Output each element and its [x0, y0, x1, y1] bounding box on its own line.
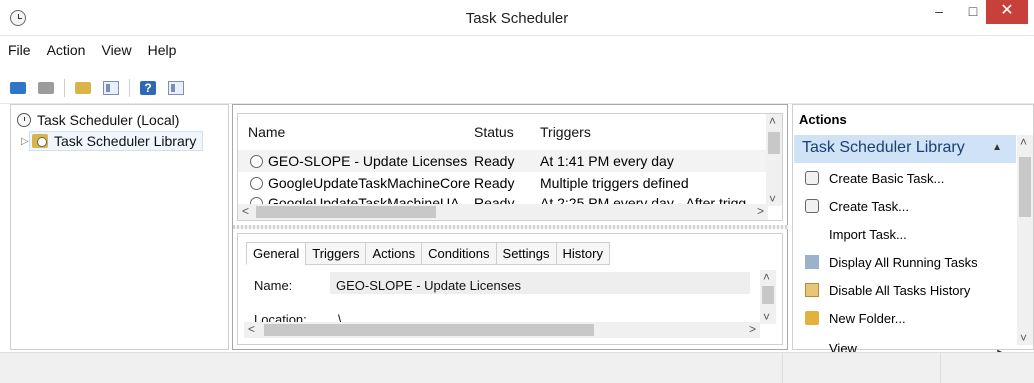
table-row[interactable]: GoogleUpdateTaskMachineCore Ready Multip… [238, 172, 768, 194]
details-horizontal-scrollbar[interactable]: < > [244, 322, 760, 338]
task-list-vertical-scrollbar[interactable]: ˄ ˅ [766, 114, 782, 206]
status-bar [0, 352, 1034, 383]
scroll-left-icon[interactable]: < [248, 322, 255, 336]
tree-item-root[interactable]: Task Scheduler (Local) [17, 111, 179, 129]
scroll-left-icon[interactable]: < [242, 204, 249, 218]
action-create-basic-task[interactable]: Create Basic Task... [805, 167, 1015, 189]
scroll-down-icon[interactable]: ˅ [1020, 331, 1027, 345]
up-folder-icon[interactable] [73, 79, 93, 97]
action-label: Display All Running Tasks [829, 254, 978, 270]
center-pane: Name Status Triggers GEO-SLOPE - Update … [232, 104, 789, 350]
show-hide-action-pane-icon[interactable] [166, 79, 186, 97]
actions-section-header[interactable]: Task Scheduler Library ▲ [794, 135, 1016, 163]
scroll-thumb[interactable] [762, 286, 774, 304]
column-header-status[interactable]: Status [474, 124, 514, 140]
tab-conditions[interactable]: Conditions [421, 242, 497, 265]
collapse-icon[interactable]: ▲ [992, 142, 1002, 153]
details-tabs: General Triggers Actions Conditions Sett… [246, 242, 610, 265]
scroll-thumb[interactable] [768, 132, 780, 154]
tree-item-library[interactable]: Task Scheduler Library [29, 131, 204, 151]
create-task-icon [805, 199, 819, 213]
scroll-right-icon[interactable]: > [749, 322, 756, 336]
scroll-thumb[interactable] [264, 324, 594, 336]
close-button[interactable]: ✕ [986, 0, 1028, 24]
task-triggers: At 1:41 PM every day [540, 153, 674, 169]
pane-splitter[interactable] [233, 225, 789, 229]
details-vertical-scrollbar[interactable]: ˄ ˅ [760, 270, 776, 324]
scroll-right-icon[interactable]: > [757, 204, 764, 218]
scroll-thumb[interactable] [1019, 157, 1031, 217]
table-row[interactable]: GEO-SLOPE - Update Licenses Ready At 1:4… [238, 150, 768, 172]
column-header-triggers[interactable]: Triggers [540, 124, 591, 140]
task-status: Ready [474, 153, 515, 169]
menu-action[interactable]: Action [47, 42, 86, 66]
console-tree: Task Scheduler (Local) ▷ Task Scheduler … [10, 104, 229, 350]
tab-triggers[interactable]: Triggers [305, 242, 367, 265]
task-triggers: Multiple triggers defined [540, 175, 689, 191]
status-bar-segment [940, 353, 1034, 383]
chevron-right-icon[interactable]: ▷ [21, 136, 29, 147]
new-folder-icon [805, 311, 819, 325]
toolbar-separator [64, 78, 65, 97]
task-clock-icon [250, 177, 263, 190]
name-value[interactable]: GEO-SLOPE - Update Licenses [336, 278, 521, 293]
action-disable-history[interactable]: Disable All Tasks History [805, 279, 1015, 301]
actions-section-label: Task Scheduler Library [802, 139, 965, 156]
menu-help[interactable]: Help [148, 42, 177, 66]
tree-child-label: Task Scheduler Library [54, 133, 197, 149]
action-label: Create Task... [829, 198, 909, 214]
menu-view[interactable]: View [101, 42, 131, 66]
tab-history[interactable]: History [555, 242, 610, 265]
scroll-up-icon[interactable]: ˄ [763, 270, 770, 284]
scroll-thumb[interactable] [256, 206, 436, 218]
library-folder-icon [32, 134, 48, 148]
action-label: Disable All Tasks History [829, 282, 971, 298]
tab-general[interactable]: General [246, 242, 307, 265]
action-display-running[interactable]: Display All Running Tasks [805, 251, 1015, 273]
minimize-button[interactable]: – [922, 0, 956, 24]
toolbar: ? [0, 72, 1034, 104]
actions-pane: Actions Task Scheduler Library ▲ Create … [792, 104, 1034, 359]
tasks-history-icon [805, 283, 819, 297]
show-hide-console-tree-icon[interactable] [101, 79, 121, 97]
forward-arrow-icon[interactable] [36, 79, 56, 97]
window-title: Task Scheduler [465, 10, 569, 27]
task-details: General Triggers Actions Conditions Sett… [237, 233, 783, 345]
scroll-down-icon[interactable]: ˅ [763, 310, 770, 324]
import-task-icon [805, 227, 819, 241]
menu-file[interactable]: File [8, 42, 31, 66]
actions-vertical-scrollbar[interactable]: ˄ ˅ [1017, 135, 1033, 345]
create-basic-task-icon [805, 171, 819, 185]
toolbar-separator [129, 78, 130, 97]
task-clock-icon [250, 155, 263, 168]
action-label: Create Basic Task... [829, 170, 945, 186]
action-label: Import Task... [829, 226, 907, 242]
maximize-button[interactable]: □ [956, 0, 990, 24]
task-status: Ready [474, 175, 515, 191]
running-tasks-icon [805, 255, 819, 269]
column-header-name[interactable]: Name [248, 124, 285, 140]
task-list-horizontal-scrollbar[interactable]: < > [238, 204, 768, 220]
tab-actions[interactable]: Actions [365, 242, 423, 265]
task-name: GEO-SLOPE - Update Licenses [268, 153, 468, 169]
scroll-up-icon[interactable]: ˄ [769, 114, 776, 128]
menu-bar: File Action View Help [0, 36, 1034, 72]
action-import-task[interactable]: Import Task... [805, 223, 1015, 245]
tree-root-label: Task Scheduler (Local) [37, 112, 180, 128]
title-bar: Task Scheduler – □ ✕ [0, 0, 1034, 36]
task-list: Name Status Triggers GEO-SLOPE - Update … [237, 113, 783, 221]
back-arrow-icon[interactable] [8, 79, 28, 97]
action-label: New Folder... [829, 310, 906, 326]
scroll-up-icon[interactable]: ˄ [1020, 135, 1027, 149]
task-name: GoogleUpdateTaskMachineCore [268, 175, 471, 191]
scroll-down-icon[interactable]: ˅ [769, 192, 776, 206]
name-label: Name: [254, 278, 293, 293]
action-new-folder[interactable]: New Folder... [805, 307, 1015, 329]
tab-settings[interactable]: Settings [495, 242, 557, 265]
help-icon[interactable]: ? [138, 79, 158, 97]
clock-icon [17, 113, 31, 127]
actions-title: Actions [799, 112, 847, 127]
action-create-task[interactable]: Create Task... [805, 195, 1015, 217]
